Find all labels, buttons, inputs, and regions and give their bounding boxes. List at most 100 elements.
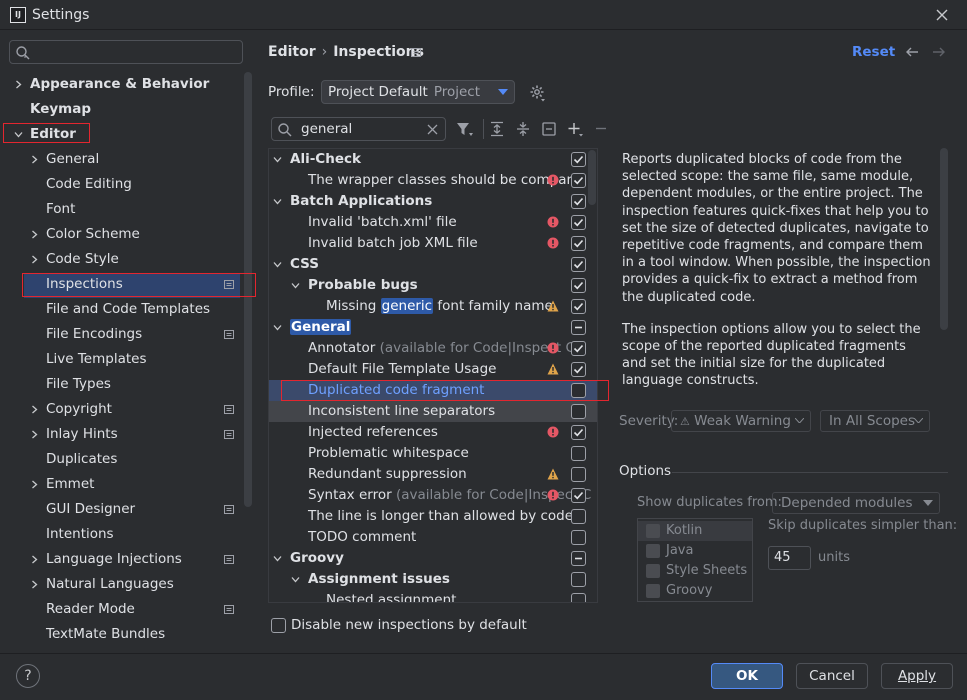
inspection-row[interactable]: Syntax error (available for Code|Inspect… [269, 485, 597, 506]
checkbox[interactable] [271, 618, 286, 633]
inspection-row[interactable]: Invalid batch job XML file [269, 233, 597, 254]
skip-duplicates-input[interactable]: 45 [768, 546, 811, 570]
inspection-checkbox[interactable] [571, 467, 586, 482]
inspection-checkbox[interactable] [571, 404, 586, 419]
inspection-row[interactable]: Default File Template Usage [269, 359, 597, 380]
sidebar-item-general[interactable]: General [0, 147, 240, 172]
settings-search-input[interactable] [9, 40, 243, 64]
chevron-right-icon[interactable] [30, 430, 39, 439]
inspection-row[interactable]: Batch Applications [269, 191, 597, 212]
chevron-down-icon[interactable] [273, 155, 282, 164]
sidebar-item-inlay-hints[interactable]: Inlay Hints [0, 422, 240, 447]
inspection-checkbox[interactable] [571, 425, 586, 440]
inspection-row[interactable]: Assignment issues [269, 569, 597, 590]
sidebar-item-file-and-code-templates[interactable]: File and Code Templates [0, 297, 240, 322]
inspection-row[interactable]: TODO comment [269, 527, 597, 548]
inspection-checkbox[interactable] [571, 362, 586, 377]
sidebar-item-appearance-behavior[interactable]: Appearance & Behavior [0, 72, 240, 97]
sidebar-item-keymap[interactable]: Keymap [0, 97, 240, 122]
scope-dropdown[interactable]: In All Scopes [820, 410, 930, 432]
chevron-down-icon[interactable] [273, 554, 282, 563]
chevron-right-icon[interactable] [30, 405, 39, 414]
expand-all-icon[interactable] [489, 121, 505, 137]
description-scrollbar[interactable] [940, 148, 948, 330]
chevron-down-icon[interactable] [291, 575, 300, 584]
chevron-down-icon[interactable] [273, 260, 282, 269]
remove-icon[interactable] [594, 121, 608, 137]
sidebar-item-copyright[interactable]: Copyright [0, 397, 240, 422]
collapse-all-icon[interactable] [515, 121, 531, 137]
inspection-checkbox[interactable] [571, 488, 586, 503]
inspection-row[interactable]: Invalid 'batch.xml' file [269, 212, 597, 233]
inspection-checkbox[interactable] [571, 236, 586, 251]
inspection-checkbox[interactable] [571, 215, 586, 230]
inspection-checkbox[interactable] [571, 257, 586, 272]
chevron-right-icon[interactable] [30, 555, 39, 564]
gear-icon[interactable] [529, 84, 547, 102]
clear-icon[interactable] [427, 124, 438, 135]
inspection-row[interactable]: The wrapper classes should be compare [269, 170, 597, 191]
show-duplicates-dropdown[interactable]: Depended modules [772, 492, 940, 514]
breadcrumb-editor[interactable]: Editor [268, 44, 316, 60]
sidebar-item-reader-mode[interactable]: Reader Mode [0, 597, 240, 622]
chevron-right-icon[interactable] [30, 155, 39, 164]
apply-button[interactable]: Apply [881, 663, 953, 689]
chevron-right-icon[interactable] [30, 255, 39, 264]
inspection-row[interactable]: Groovy [269, 548, 597, 569]
inspection-row[interactable]: Probable bugs [269, 275, 597, 296]
sidebar-item-color-scheme[interactable]: Color Scheme [0, 222, 240, 247]
chevron-right-icon[interactable] [30, 230, 39, 239]
inspection-checkbox[interactable] [571, 572, 586, 587]
inspection-checkbox[interactable] [571, 341, 586, 356]
reset-link[interactable]: Reset [852, 44, 895, 60]
chevron-right-icon[interactable] [30, 580, 39, 589]
inspection-checkbox[interactable] [571, 299, 586, 314]
sidebar-item-code-style[interactable]: Code Style [0, 247, 240, 272]
sidebar-item-code-editing[interactable]: Code Editing [0, 172, 240, 197]
inspection-row[interactable]: Annotator (available for Code|Inspect Co [269, 338, 597, 359]
inspection-row[interactable]: Injected references [269, 422, 597, 443]
sidebar-item-gui-designer[interactable]: GUI Designer [0, 497, 240, 522]
chevron-down-icon[interactable] [291, 281, 300, 290]
close-icon[interactable] [933, 6, 951, 24]
page-options-icon[interactable] [411, 48, 421, 57]
sidebar-item-file-types[interactable]: File Types [0, 372, 240, 397]
inspection-row[interactable]: Ali-Check [269, 149, 597, 170]
inspection-row[interactable]: Nested assignment [269, 590, 597, 602]
inspection-row[interactable]: Inconsistent line separators [269, 401, 597, 422]
sidebar-item-language-injections[interactable]: Language Injections [0, 547, 240, 572]
chevron-right-icon[interactable] [14, 80, 23, 89]
filter-icon[interactable] [456, 121, 474, 137]
sidebar-item-duplicates[interactable]: Duplicates [0, 447, 240, 472]
inspection-row[interactable]: Missing generic font family name [269, 296, 597, 317]
chevron-down-icon[interactable] [273, 197, 282, 206]
cancel-button[interactable]: Cancel [796, 663, 868, 689]
inspection-checkbox[interactable] [571, 509, 586, 524]
sidebar-item-font[interactable]: Font [0, 197, 240, 222]
inspection-checkbox[interactable] [571, 593, 586, 602]
inspection-checkbox[interactable] [571, 320, 586, 335]
add-icon[interactable] [567, 121, 585, 137]
inspection-checkbox[interactable] [571, 278, 586, 293]
back-arrow-icon[interactable] [904, 44, 920, 60]
inspection-row[interactable]: Redundant suppression [269, 464, 597, 485]
inspection-checkbox[interactable] [571, 551, 586, 566]
sidebar-item-live-templates[interactable]: Live Templates [0, 347, 240, 372]
inspection-row[interactable]: General [269, 317, 597, 338]
sidebar-item-file-encodings[interactable]: File Encodings [0, 322, 240, 347]
inspections-scrollbar[interactable] [588, 150, 596, 205]
inspection-row[interactable]: CSS [269, 254, 597, 275]
sidebar-item-emmet[interactable]: Emmet [0, 472, 240, 497]
forward-arrow-icon[interactable] [931, 44, 947, 60]
reset-to-default-icon[interactable] [541, 121, 557, 137]
profile-dropdown[interactable]: Project Default Project [321, 80, 515, 104]
chevron-right-icon[interactable] [30, 480, 39, 489]
chevron-down-icon[interactable] [273, 323, 282, 332]
ok-button[interactable]: OK [711, 663, 783, 689]
inspection-row[interactable]: Problematic whitespace [269, 443, 597, 464]
sidebar-item-natural-languages[interactable]: Natural Languages [0, 572, 240, 597]
inspection-checkbox[interactable] [571, 173, 586, 188]
help-button[interactable]: ? [16, 664, 40, 688]
inspection-checkbox[interactable] [571, 152, 586, 167]
inspection-checkbox[interactable] [571, 194, 586, 209]
